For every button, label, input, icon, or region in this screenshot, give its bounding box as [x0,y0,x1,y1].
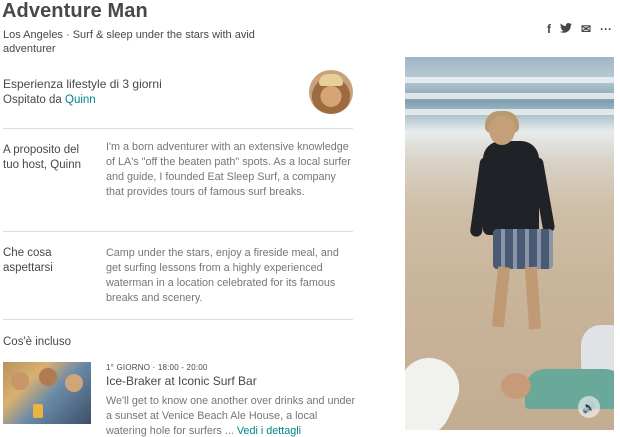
page-subtitle: Los Angeles · Surf & sleep under the sta… [3,29,255,55]
divider [3,128,353,129]
experience-host: Ospitato da Quinn [3,94,162,106]
section-text-what-to-expect: Camp under the stars, enjoy a fireside m… [106,247,339,304]
divider [3,231,353,232]
sound-icon[interactable]: 🔊 [578,396,600,418]
share-bar: f ✉ ··· [547,22,612,36]
activity-meta: 1° GIORNO · 18:00 - 20:00 [106,363,208,372]
host-avatar[interactable] [309,70,353,114]
twitter-icon[interactable] [559,22,572,36]
activity-name: Ice-Braker at Iconic Surf Bar [106,374,257,388]
host-link[interactable]: Quinn [65,94,96,106]
activity-description: We'll get to know one another over drink… [106,394,356,437]
activity-description-text: We'll get to know one another over drink… [106,395,356,437]
experience-title: Esperienza lifestyle di 3 giorni [3,77,162,91]
more-options-icon[interactable]: ··· [600,22,612,36]
activity-thumbnail[interactable] [3,362,91,424]
section-label-what-to-expect: Che cosa aspettarsi [3,247,53,274]
included-title: Cos'è incluso [3,336,72,348]
see-details-link[interactable]: Vedi i dettagli [237,425,301,437]
section-text-about-host: I'm a born adventurer with an extensive … [106,141,351,198]
host-video[interactable] [405,57,614,430]
host-prefix: Ospitato da [3,94,66,106]
facebook-icon[interactable]: f [547,22,551,36]
divider [3,319,353,320]
page-title: Adventure Man [2,0,148,22]
section-label-about-host: A proposito del tuo host, Quinn [3,144,81,171]
email-icon[interactable]: ✉ [581,22,591,36]
experience-header: Esperienza lifestyle di 3 giorni Ospitat… [3,77,162,106]
